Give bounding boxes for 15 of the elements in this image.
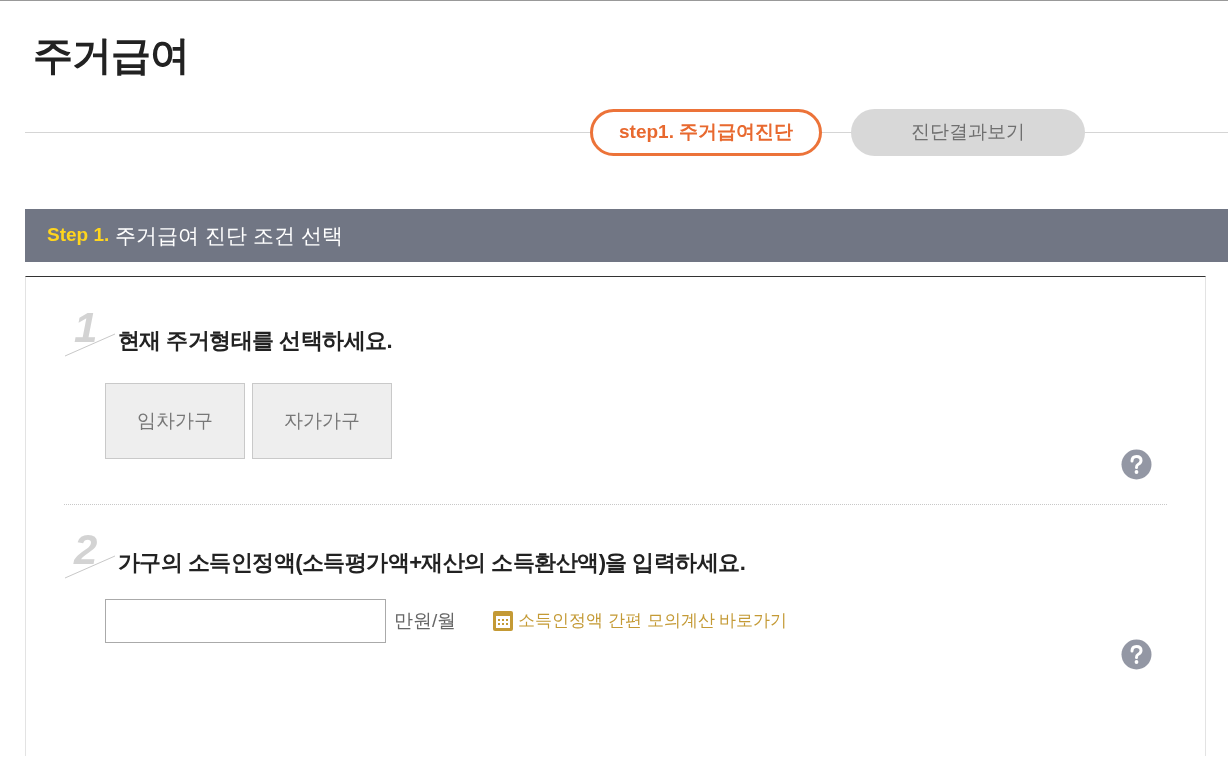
step-tab[interactable]: step1. 주거급여진단 xyxy=(590,109,823,156)
help-icon[interactable] xyxy=(1121,639,1152,670)
unit-label: 만원/월 xyxy=(394,608,457,633)
option-button[interactable]: 자가가구 xyxy=(252,383,392,459)
step-label: Step 1. xyxy=(47,223,110,248)
page-title: 주거급여 xyxy=(33,32,189,79)
step-tab[interactable]: 진단결과보기 xyxy=(851,109,1086,156)
help-icon[interactable] xyxy=(1121,449,1152,480)
question-heading: 가구의 소득인정액(소득평가액+재산의 소득환산액)을 입력하세요. xyxy=(118,549,746,577)
section-title: 주거급여 진단 조건 선택 xyxy=(115,222,343,249)
calculator-link[interactable]: 소득인정액 간편 모의계산 바로가기 xyxy=(492,608,788,634)
question-heading: 현재 주거형태를 선택하세요. xyxy=(118,327,393,355)
option-button[interactable]: 임차가구 xyxy=(105,383,245,459)
calculator-icon xyxy=(492,610,515,632)
amount-input-field[interactable] xyxy=(105,599,386,643)
